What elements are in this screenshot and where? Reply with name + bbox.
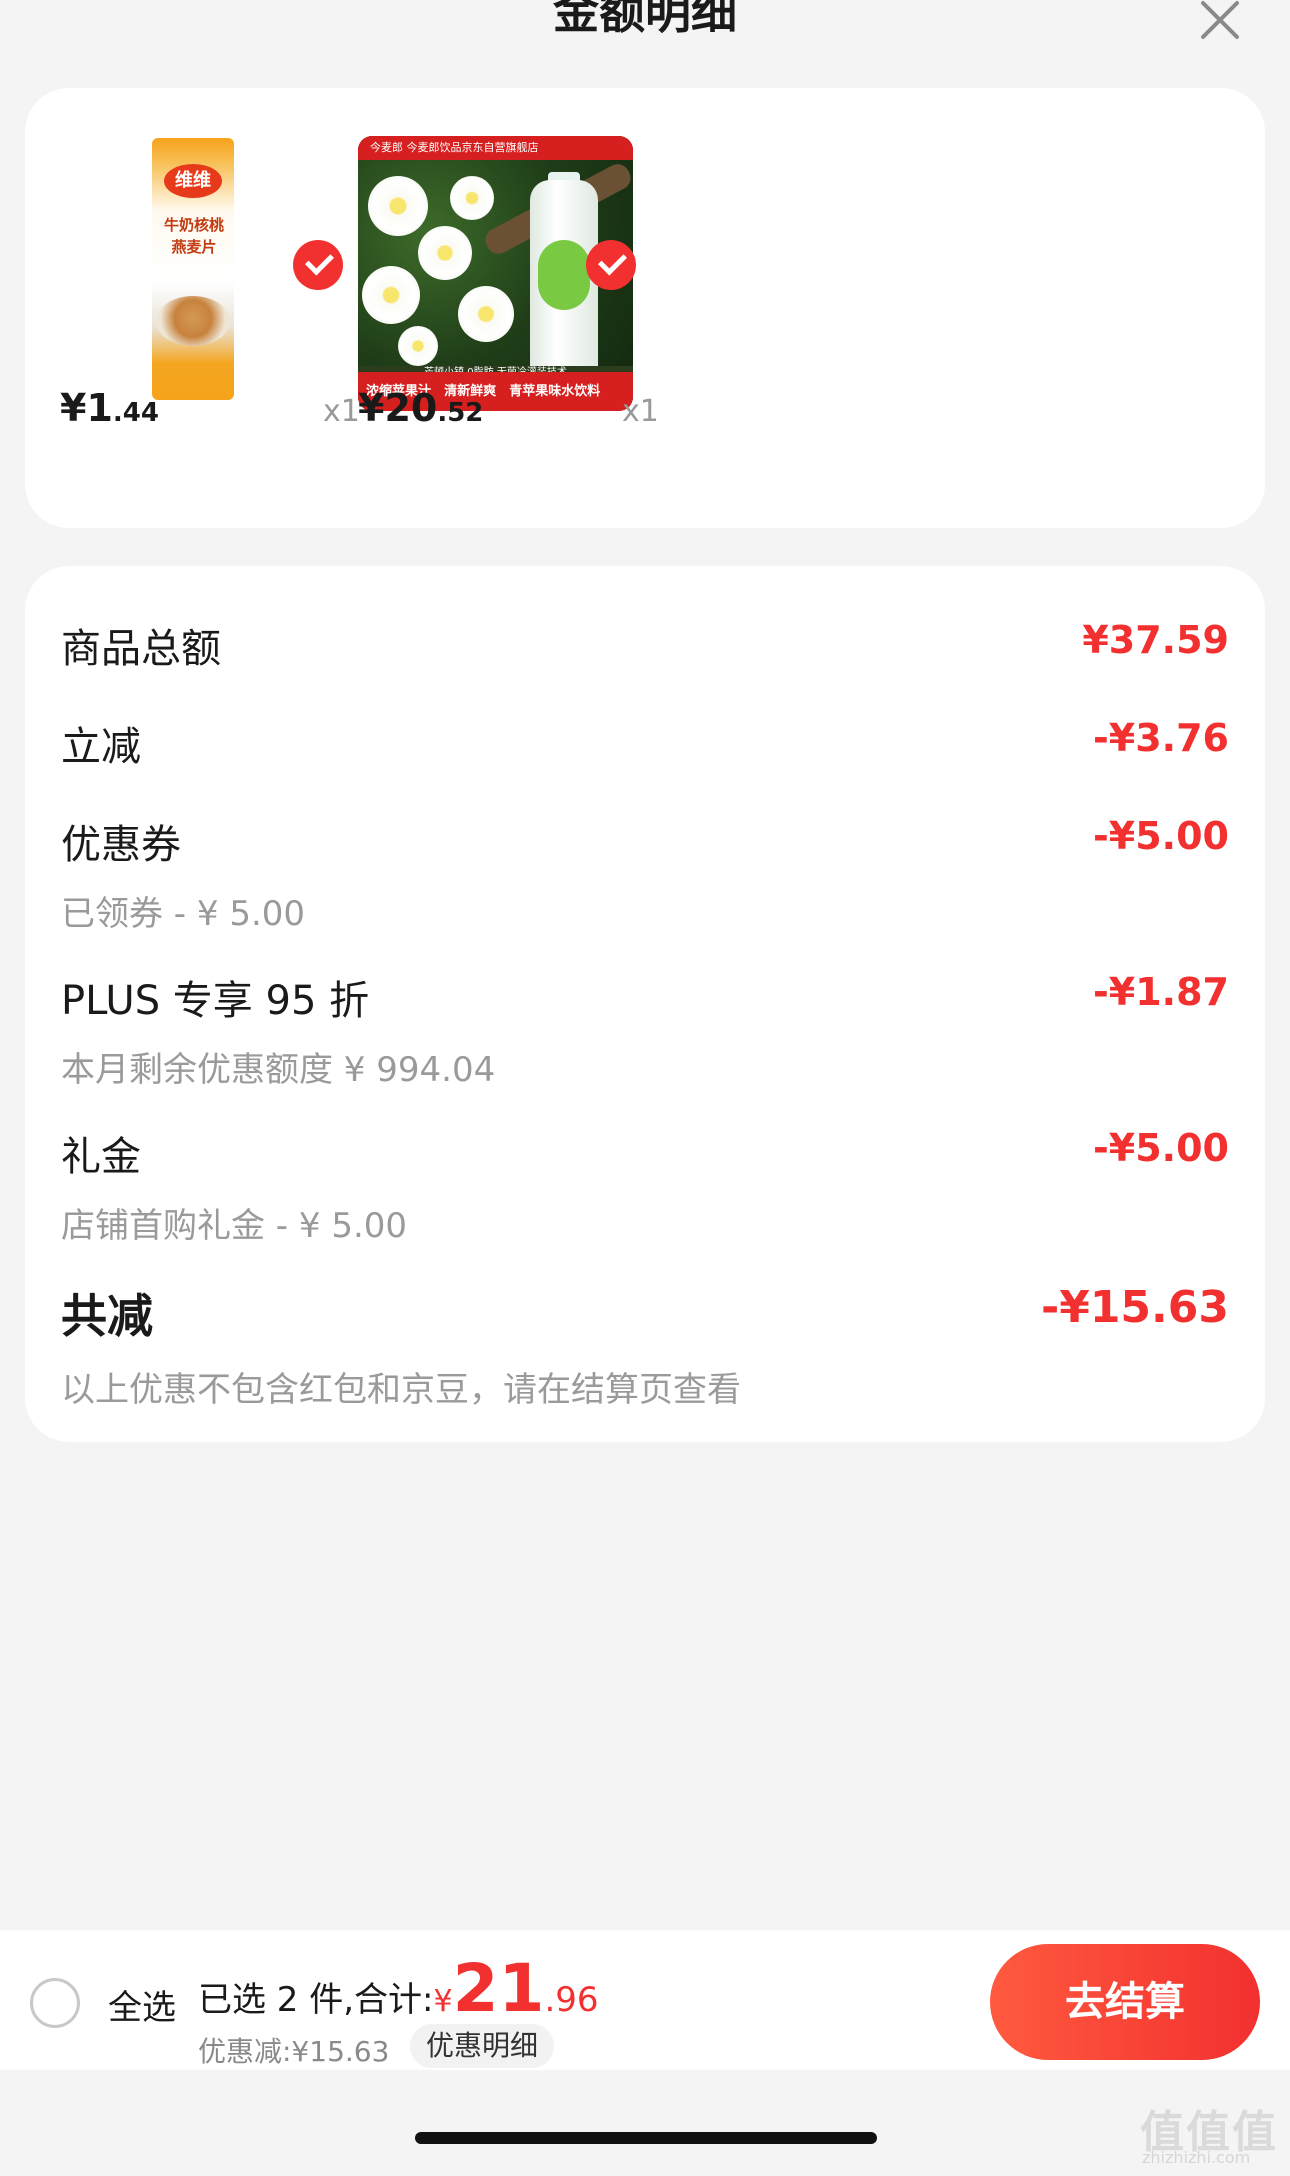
instant-discount-row: 立减 -¥3.76 bbox=[61, 714, 1229, 772]
row-value: ¥37.59 bbox=[1082, 618, 1229, 662]
price-decimal: .52 bbox=[437, 398, 484, 428]
brand-logo: 维维 bbox=[164, 164, 222, 198]
package-line: 牛奶核桃 bbox=[163, 216, 224, 234]
package-text: 牛奶核桃 燕麦片 bbox=[156, 214, 232, 258]
close-icon[interactable] bbox=[1190, 0, 1250, 50]
oat-bowl-image bbox=[156, 296, 230, 346]
price-integer: ¥1 bbox=[60, 386, 113, 430]
product-price: ¥1.44 bbox=[60, 386, 159, 430]
goods-total-row: 商品总额 ¥37.59 bbox=[61, 616, 1229, 674]
selected-summary: 已选 2 件,合计:¥21.96 bbox=[198, 1950, 599, 2027]
row-sub: 以上优惠不包含红包和京豆，请在结算页查看 bbox=[61, 1370, 741, 1410]
total-integer: 21 bbox=[452, 1950, 545, 2027]
discount-detail-button[interactable]: 优惠明细 bbox=[410, 2024, 555, 2068]
bottle-label bbox=[538, 240, 590, 310]
flower-image bbox=[362, 266, 420, 324]
checked-icon[interactable] bbox=[293, 240, 343, 290]
total-discount-row: 共减 以上优惠不包含红包和京豆，请在结算页查看 -¥15.63 bbox=[61, 1280, 1229, 1411]
flower-image bbox=[368, 176, 428, 236]
total-currency: ¥ bbox=[433, 1984, 453, 2019]
package-line: 燕麦片 bbox=[171, 238, 217, 256]
watermark-url: zhizhizhi.com bbox=[1142, 2148, 1251, 2167]
coupon-row: 优惠券 已领券 - ¥ 5.00 -¥5.00 bbox=[61, 812, 1229, 935]
product-quantity: x1 bbox=[323, 394, 360, 429]
flower-image bbox=[458, 286, 514, 342]
selected-count-text: 已选 2 件,合计: bbox=[198, 1980, 434, 2020]
plus-discount-row: PLUS 专享 95 折 本月剩余优惠额度 ¥ 994.04 -¥1.87 bbox=[61, 968, 1229, 1091]
product-item[interactable]: 维维 牛奶核桃 燕麦片 ¥1.44 x1 bbox=[60, 136, 360, 466]
row-label: 商品总额 bbox=[61, 626, 221, 672]
amount-detail-card: 商品总额 ¥37.59 立减 -¥3.76 优惠券 已领券 - ¥ 5.00 -… bbox=[25, 566, 1265, 1442]
select-all-radio[interactable] bbox=[30, 1978, 80, 2028]
row-label: 立减 bbox=[61, 724, 141, 770]
product-item[interactable]: 今麦郎 今麦郎饮品京东自营旗舰店 芒顿小镇 0脂肪 无菌冷灌装技术 浓缩苹果汁 … bbox=[358, 136, 659, 466]
price-integer: ¥20 bbox=[358, 386, 438, 430]
sheet-title: 金额明细 bbox=[553, 0, 737, 39]
sheet-header: 金额明细 bbox=[0, 0, 1290, 80]
row-sub: 店铺首购礼金 - ¥ 5.00 bbox=[61, 1206, 408, 1246]
row-label: 礼金 bbox=[61, 1134, 141, 1180]
row-value: -¥5.00 bbox=[1093, 814, 1229, 858]
product-quantity: x1 bbox=[622, 394, 659, 429]
row-value: -¥15.63 bbox=[1040, 1282, 1229, 1333]
flower-image bbox=[398, 326, 438, 366]
total-decimal: .96 bbox=[544, 1980, 599, 2020]
gift-money-row: 礼金 店铺首购礼金 - ¥ 5.00 -¥5.00 bbox=[61, 1124, 1229, 1247]
row-value: -¥5.00 bbox=[1093, 1126, 1229, 1170]
store-banner: 今麦郎 今麦郎饮品京东自营旗舰店 bbox=[358, 136, 633, 160]
row-sub: 已领券 - ¥ 5.00 bbox=[61, 894, 306, 934]
promo-tag: 青苹果味水饮料 bbox=[509, 384, 601, 399]
row-value: -¥3.76 bbox=[1093, 716, 1229, 760]
row-label: PLUS 专享 95 折 bbox=[61, 978, 370, 1024]
row-value: -¥1.87 bbox=[1093, 970, 1229, 1014]
price-decimal: .44 bbox=[112, 398, 159, 428]
checkout-bar: 全选 已选 2 件,合计:¥21.96 优惠减:¥15.63 优惠明细 去结算 bbox=[0, 1930, 1290, 2070]
row-sub: 本月剩余优惠额度 ¥ 994.04 bbox=[61, 1050, 496, 1090]
row-label: 优惠券 bbox=[61, 822, 181, 868]
home-indicator bbox=[415, 2132, 877, 2144]
product-price: ¥20.52 bbox=[358, 386, 483, 430]
checkout-button[interactable]: 去结算 bbox=[990, 1944, 1260, 2060]
checked-icon[interactable] bbox=[586, 240, 636, 290]
discount-summary: 优惠减:¥15.63 bbox=[198, 2035, 390, 2068]
flower-image bbox=[418, 226, 472, 280]
selected-products-card: 维维 牛奶核桃 燕麦片 ¥1.44 x1 今麦郎 今麦郎饮品京东自营旗舰店 芒顿… bbox=[25, 88, 1265, 528]
select-all-label[interactable]: 全选 bbox=[108, 1980, 176, 2029]
flower-image bbox=[450, 176, 494, 220]
